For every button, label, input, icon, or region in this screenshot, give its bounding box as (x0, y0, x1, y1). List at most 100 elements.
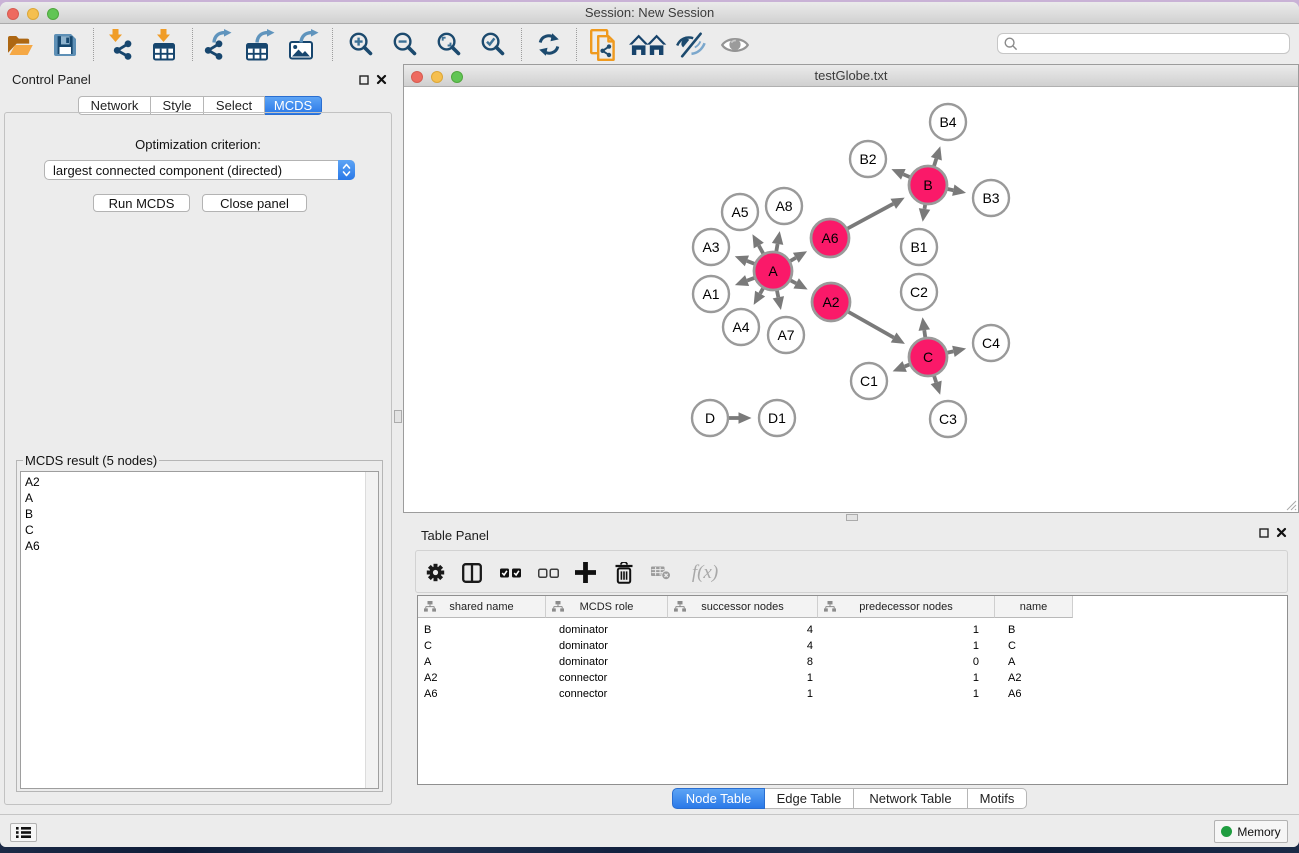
table-row[interactable]: Adominator80A (418, 654, 1287, 670)
graph-edge-C-C4[interactable] (948, 351, 954, 352)
table-cell[interactable]: connector (546, 686, 668, 702)
graph-edge-A-A3[interactable] (747, 261, 754, 264)
open-file-button[interactable] (6, 24, 34, 65)
graph-edge-A-A2[interactable] (791, 280, 797, 283)
table-cell[interactable]: 1 (818, 686, 995, 702)
table-cell[interactable]: B (995, 622, 1073, 638)
zoom-selected-button[interactable] (479, 24, 507, 65)
hide-panel-button[interactable] (674, 24, 707, 65)
table-cell[interactable]: A6 (418, 686, 546, 702)
graph-edge-A-A5[interactable] (759, 246, 763, 254)
clone-network-button[interactable] (589, 24, 619, 65)
tab-node-table[interactable]: Node Table (672, 788, 765, 809)
table-row[interactable]: A2connector11A2 (418, 670, 1287, 686)
result-scrollbar[interactable] (365, 472, 378, 788)
table-cell[interactable]: 4 (668, 638, 818, 654)
run-mcds-button[interactable]: Run MCDS (93, 194, 190, 212)
criterion-dropdown[interactable]: largest connected component (directed) (44, 160, 355, 180)
memory-button[interactable]: Memory (1214, 820, 1288, 843)
table-cell[interactable]: 1 (668, 686, 818, 702)
select-all-columns-button[interactable] (498, 551, 522, 594)
table-cell[interactable]: connector (546, 670, 668, 686)
add-column-button[interactable] (573, 551, 597, 594)
vertical-splitter-handle[interactable] (394, 410, 402, 423)
graph-edge-B-B1[interactable] (925, 205, 926, 209)
table-cell[interactable]: 1 (818, 638, 995, 654)
graph-edge-A6-B[interactable] (848, 204, 894, 229)
graph-edge-A2-C[interactable] (848, 312, 893, 338)
table-row[interactable]: A6connector11A6 (418, 686, 1287, 702)
network-graph-canvas[interactable]: B4B2BB3A5A8A6B1A3AA1C2A4A7A2C4CC1C3DD1 (404, 87, 1298, 512)
refresh-button[interactable] (535, 24, 563, 65)
table-cell[interactable]: 1 (668, 670, 818, 686)
table-cell[interactable]: C (995, 638, 1073, 654)
graph-edge-A-A1[interactable] (747, 278, 754, 281)
table-cell[interactable]: A2 (418, 670, 546, 686)
export-network-button[interactable] (201, 24, 235, 65)
table-cell[interactable]: 4 (668, 622, 818, 638)
table-row[interactable]: Bdominator41B (418, 622, 1287, 638)
graph-edge-A-A4[interactable] (760, 288, 763, 293)
horizontal-splitter-handle[interactable] (846, 514, 858, 521)
result-item[interactable]: B (25, 506, 378, 522)
column-header-predecessor-nodes[interactable]: predecessor nodes (818, 596, 995, 618)
result-item[interactable]: A (25, 490, 378, 506)
tab-motifs[interactable]: Motifs (968, 788, 1027, 809)
table-cell[interactable]: A (418, 654, 546, 670)
show-panel-button[interactable] (720, 24, 750, 65)
tab-network-table[interactable]: Network Table (854, 788, 968, 809)
graph-edge-B-B4[interactable] (934, 159, 936, 166)
save-session-button[interactable] (51, 24, 79, 65)
table-cell[interactable]: 8 (668, 654, 818, 670)
table-cell[interactable]: 0 (818, 654, 995, 670)
zoom-out-button[interactable] (391, 24, 419, 65)
resize-grip-icon[interactable] (1284, 498, 1297, 511)
close-table-panel-icon[interactable] (1276, 527, 1287, 538)
result-item[interactable]: A2 (25, 474, 378, 490)
table-cell[interactable]: A (995, 654, 1073, 670)
graph-edge-B-B3[interactable] (948, 189, 954, 190)
float-panel-icon[interactable] (359, 75, 369, 85)
table-row[interactable]: Cdominator41C (418, 638, 1287, 654)
graph-edge-C-C1[interactable] (905, 365, 910, 367)
graph-edge-C-C3[interactable] (934, 376, 936, 382)
table-cell[interactable]: dominator (546, 654, 668, 670)
column-header-successor-nodes[interactable]: successor nodes (668, 596, 818, 618)
close-panel-icon[interactable] (376, 74, 387, 85)
mcds-result-list[interactable]: A2ABCA6 (20, 471, 379, 789)
column-header-name[interactable]: name (995, 596, 1073, 618)
graph-edge-C-C2[interactable] (924, 330, 925, 337)
table-cell[interactable]: C (418, 638, 546, 654)
result-item[interactable]: A6 (25, 538, 378, 554)
table-cell[interactable]: 1 (818, 622, 995, 638)
table-cell[interactable]: dominator (546, 622, 668, 638)
table-cell[interactable]: A6 (995, 686, 1073, 702)
graph-edge-A-A7[interactable] (777, 291, 778, 298)
export-image-button[interactable] (287, 24, 321, 65)
import-network-button[interactable] (103, 24, 137, 65)
result-item[interactable]: C (25, 522, 378, 538)
tab-edge-table[interactable]: Edge Table (765, 788, 854, 809)
split-table-button[interactable] (460, 551, 484, 594)
graph-edge-B-B2[interactable] (903, 174, 909, 177)
table-cell[interactable]: dominator (546, 638, 668, 654)
zoom-in-button[interactable] (347, 24, 375, 65)
delete-table-button[interactable] (649, 551, 673, 594)
column-header-shared-name[interactable]: shared name (418, 596, 546, 618)
table-cell[interactable]: A2 (995, 670, 1073, 686)
show-panels-list-button[interactable] (10, 823, 37, 842)
home-button[interactable] (629, 24, 667, 65)
column-header-MCDS-role[interactable]: MCDS role (546, 596, 668, 618)
search-input[interactable] (997, 33, 1290, 54)
graph-edge-A-A8[interactable] (776, 244, 777, 251)
zoom-fit-button[interactable] (435, 24, 463, 65)
table-cell[interactable]: B (418, 622, 546, 638)
graph-edge-A-A6[interactable] (790, 258, 796, 261)
delete-column-button[interactable] (612, 551, 636, 594)
table-cell[interactable]: 1 (818, 670, 995, 686)
export-table-button[interactable] (244, 24, 278, 65)
table-settings-button[interactable] (423, 551, 447, 594)
float-table-panel-icon[interactable] (1259, 528, 1269, 538)
function-builder-button[interactable]: f(x) (689, 551, 721, 594)
clear-columns-button[interactable] (536, 551, 560, 594)
